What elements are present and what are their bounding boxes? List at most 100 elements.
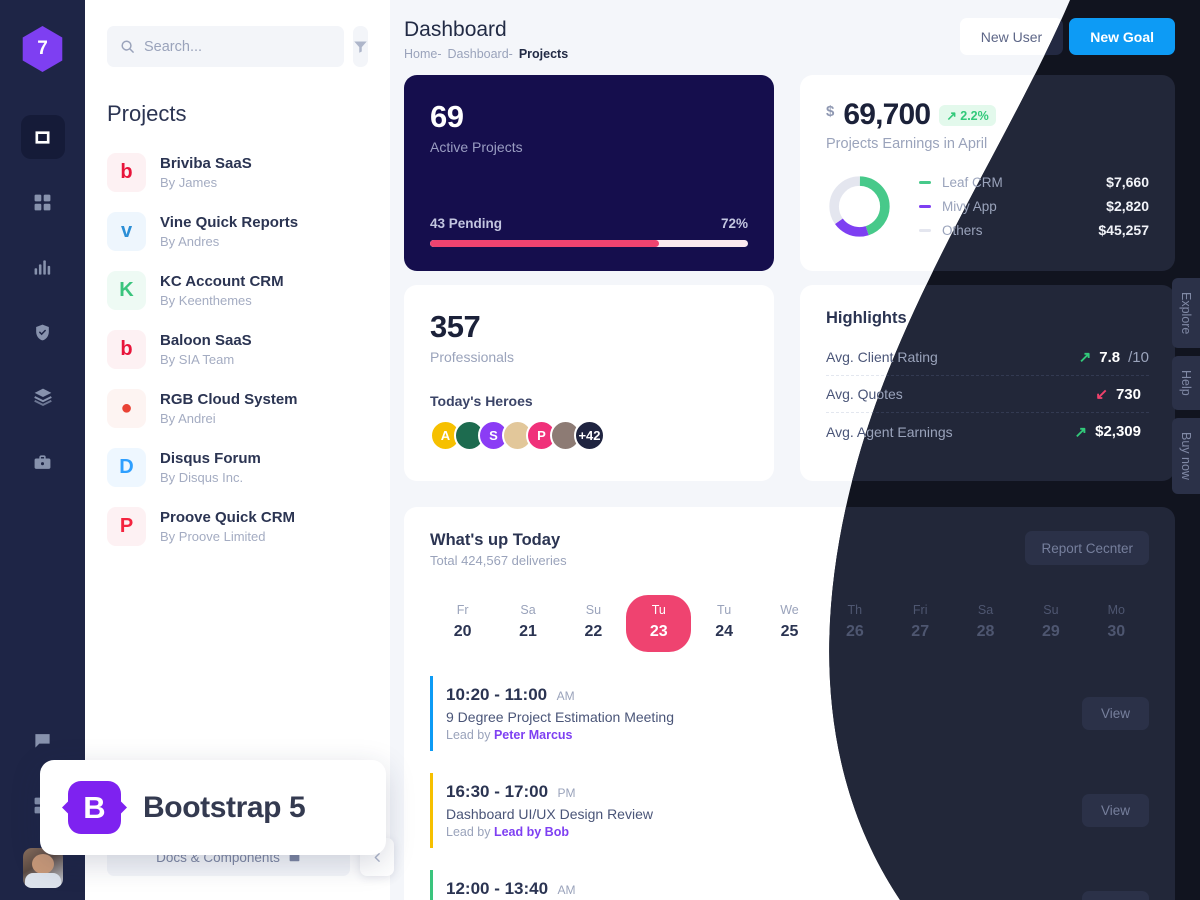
- progress-labels: 43 Pending 72%: [430, 216, 748, 231]
- list-item[interactable]: P Proove Quick CRM By Proove Limited: [107, 497, 368, 556]
- legend-dash-icon: [919, 180, 931, 184]
- heroes-avatars: A S P +42: [430, 420, 748, 451]
- project-logo-icon: D: [107, 448, 146, 487]
- side-tab[interactable]: Buy now: [1172, 418, 1200, 495]
- event-lead: Lead by Lead by Bob: [446, 825, 653, 839]
- day-number: 26: [845, 623, 864, 640]
- heroes-label: Today's Heroes: [430, 393, 533, 409]
- event-lead-name[interactable]: Lead by Bob: [494, 825, 569, 839]
- list-item[interactable]: v Vine Quick Reports By Andres: [107, 202, 368, 261]
- event-time-row: 12:00 - 13:40 AM: [446, 879, 647, 899]
- whats-up-title: What's up Today: [430, 531, 561, 549]
- day-name: Tu: [651, 603, 666, 617]
- project-text: Proove Quick CRM By Proove Limited: [160, 508, 295, 546]
- sidebar-item-grid-icon[interactable]: [21, 180, 65, 224]
- event-lead-prefix: Lead by: [446, 825, 494, 839]
- event-lead-prefix: Lead by: [446, 728, 494, 742]
- sidebar-item-shield-check-icon[interactable]: [21, 310, 65, 354]
- day-number: 25: [780, 623, 799, 640]
- list-item[interactable]: K KC Account CRM By Keenthemes: [107, 261, 368, 320]
- new-goal-button[interactable]: New Goal: [1069, 18, 1175, 55]
- project-author: By Disqus Inc.: [160, 469, 244, 485]
- grid-col-left-1: 69 Active Projects 43 Pending 72%: [404, 75, 774, 271]
- event-ampm: PM: [557, 786, 576, 800]
- list-item[interactable]: D Disqus Forum By Disqus Inc.: [107, 438, 368, 497]
- breadcrumb-item[interactable]: Projects: [519, 47, 568, 61]
- grid-col-left-2: 357 Professionals Today's Heroes A S P +…: [404, 285, 774, 481]
- calendar-day[interactable]: We 25: [757, 595, 822, 652]
- project-text: Briviba SaaS By James: [160, 154, 252, 192]
- event-ampm: AM: [556, 689, 575, 703]
- sidebar-item-chat-icon[interactable]: [21, 718, 65, 762]
- app-logo-badge[interactable]: 7: [22, 26, 63, 72]
- view-button[interactable]: View: [1082, 891, 1149, 900]
- event-text: 16:30 - 17:00 PM Dashboard UI/UX Design …: [446, 782, 653, 839]
- project-author: By Andres: [160, 233, 220, 249]
- project-logo-icon: K: [107, 271, 146, 310]
- project-name: KC Account CRM: [160, 272, 284, 290]
- sidebar-item-layers-icon[interactable]: [21, 375, 65, 419]
- calendar-day[interactable]: Tu 23: [626, 595, 692, 652]
- calendar-day[interactable]: Sa 21: [495, 595, 560, 652]
- active-projects-label: Active Projects: [430, 139, 523, 155]
- day-name: Su: [1043, 603, 1059, 617]
- day-number: 30: [1107, 623, 1126, 640]
- calendar-day[interactable]: Su 22: [561, 595, 626, 652]
- trend-arrow-icon: ↙: [1095, 386, 1108, 403]
- avatar[interactable]: +42: [574, 420, 605, 451]
- sidebar-nav-top: [20, 115, 65, 484]
- search-box[interactable]: [107, 26, 344, 67]
- project-text: RGB Cloud System By Andrei: [160, 390, 298, 428]
- page-title: Dashboard: [404, 18, 507, 41]
- event-lead-name[interactable]: Peter Marcus: [494, 728, 573, 742]
- project-name: Vine Quick Reports: [160, 213, 299, 231]
- day-number: 28: [976, 623, 995, 640]
- sidebar-item-box-icon[interactable]: [20, 115, 65, 159]
- project-name: Disqus Forum: [160, 449, 261, 467]
- calendar-day[interactable]: Mo 30: [1084, 595, 1149, 652]
- currency-symbol: $: [826, 103, 835, 120]
- list-item[interactable]: ● RGB Cloud System By Andrei: [107, 379, 368, 438]
- side-tab[interactable]: Explore: [1172, 278, 1200, 349]
- calendar-day[interactable]: Fr 20: [430, 595, 495, 652]
- pending-label: 43 Pending: [430, 216, 503, 231]
- bootstrap-badge[interactable]: B Bootstrap 5: [40, 760, 386, 855]
- project-logo-icon: v: [107, 212, 146, 251]
- whats-up-subtitle: Total 424,567 deliveries: [430, 553, 567, 568]
- view-button[interactable]: View: [1082, 697, 1149, 730]
- day-name: Tu: [717, 603, 732, 617]
- project-logo-icon: ●: [107, 389, 146, 428]
- sidebar-item-bar-chart-icon[interactable]: [21, 245, 65, 289]
- sidebar-item-briefcase-icon[interactable]: [21, 440, 65, 484]
- filter-button[interactable]: [353, 26, 368, 67]
- calendar-day[interactable]: Fri 27: [888, 595, 953, 652]
- day-number: 23: [649, 623, 668, 640]
- calendar-day[interactable]: Su 29: [1018, 595, 1083, 652]
- event-lead: Lead by Peter Marcus: [446, 728, 674, 742]
- breadcrumb-item[interactable]: Home-: [404, 47, 442, 61]
- whats-up-heading-text: What's up Today Total 424,567 deliveries: [430, 531, 567, 568]
- event-title: Dashboard UI/UX Design Review: [446, 806, 653, 822]
- project-author: By SIA Team: [160, 351, 235, 367]
- view-button[interactable]: View: [1082, 794, 1149, 827]
- side-tab[interactable]: Help: [1172, 356, 1200, 411]
- search-icon: [121, 40, 134, 53]
- list-item[interactable]: b Baloon SaaS By SIA Team: [107, 320, 368, 379]
- search-input[interactable]: [144, 38, 331, 55]
- calendar-day[interactable]: Sa 28: [953, 595, 1018, 652]
- day-number: 27: [911, 623, 930, 640]
- bootstrap-logo-icon: B: [68, 781, 121, 834]
- day-number: 21: [519, 623, 537, 640]
- project-text: Vine Quick Reports By Andres: [160, 213, 298, 251]
- calendar-day[interactable]: Tu 24: [691, 595, 756, 652]
- report-center-button[interactable]: Report Cecnter: [1025, 531, 1149, 565]
- project-logo-icon: b: [107, 330, 146, 369]
- avatar-initial: P: [537, 428, 546, 443]
- list-item[interactable]: b Briviba SaaS By James: [107, 143, 368, 202]
- trend-arrow-icon: ↗: [1074, 423, 1088, 441]
- highlight-value: 730: [1115, 385, 1141, 403]
- project-author: By Keenthemes: [160, 292, 252, 308]
- calendar-day[interactable]: Th 26: [822, 595, 887, 652]
- breadcrumb-item[interactable]: Dashboard-: [448, 47, 513, 61]
- avatar-initial: +42: [578, 428, 601, 443]
